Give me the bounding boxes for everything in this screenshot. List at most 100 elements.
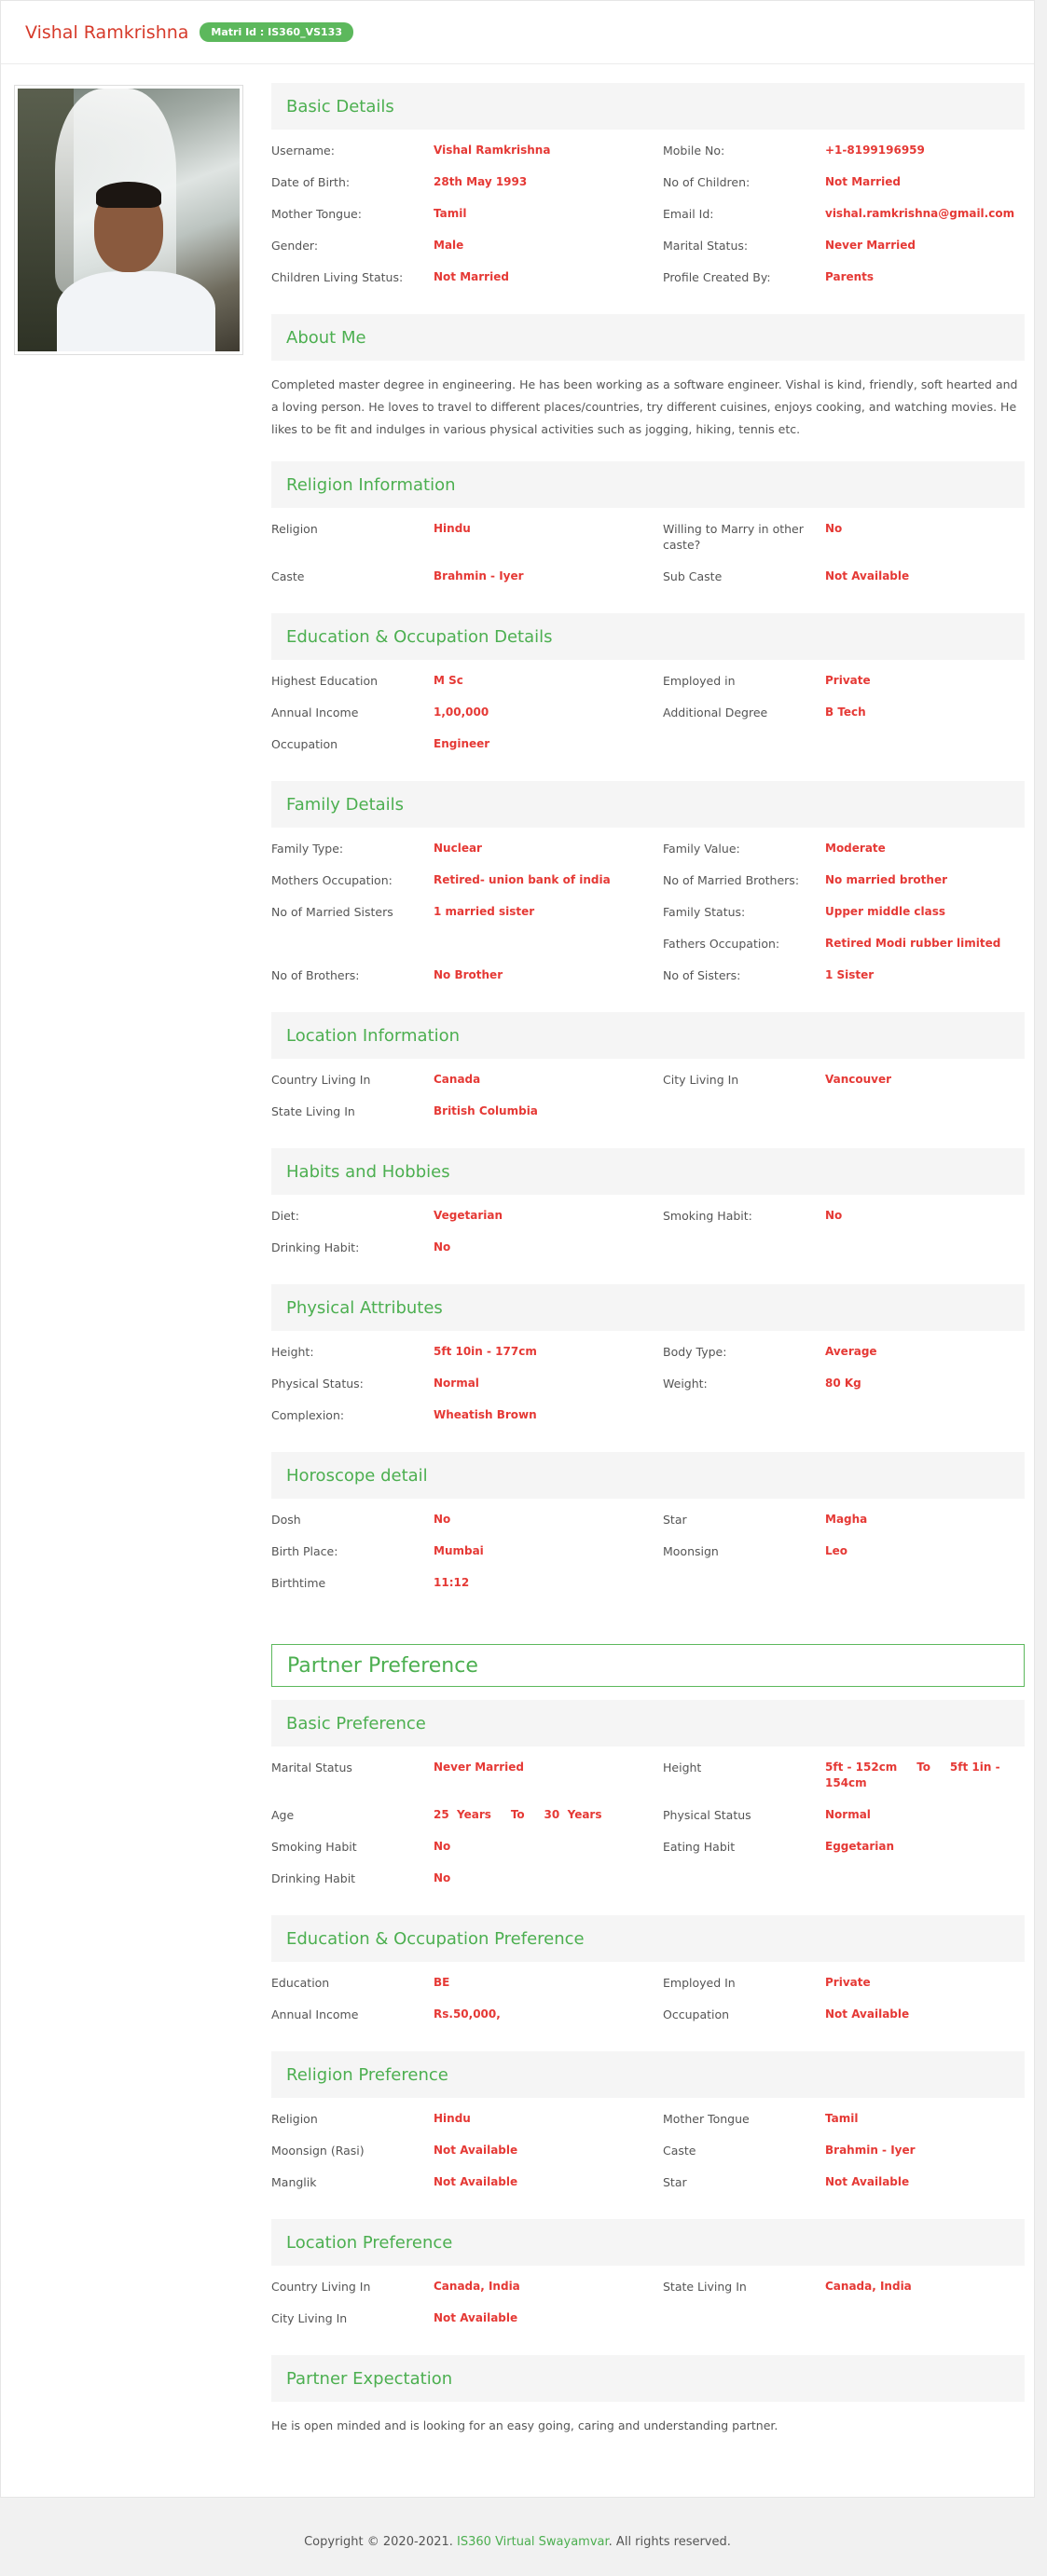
field-label: Mother Tongue [663, 2112, 750, 2126]
field-value: M Sc [434, 674, 463, 687]
detail-field: Occupation Not Available [663, 2007, 1025, 2022]
profile-photo[interactable] [14, 85, 243, 355]
footer-brand-link[interactable]: IS360 Virtual Swayamvar [457, 2535, 609, 2549]
section-heading: Physical Attributes [271, 1284, 1025, 1331]
education-section: Education & Occupation Details Highest Ed… [271, 613, 1025, 781]
detail-row: No of Brothers: No Brother No of Sisters: 1… [271, 967, 1025, 983]
field-label: Gender: [271, 239, 319, 253]
detail-field: Email Id: vishal.ramkrishna@gmail.com [663, 206, 1025, 222]
field-value: No [434, 1513, 451, 1526]
field-label: Country Living In [271, 2280, 371, 2294]
detail-field: Star Not Available [663, 2174, 1025, 2190]
section-heading: Education & Occupation Details [271, 613, 1025, 660]
habits-section: Habits and Hobbies Diet: Vegetarian Smoking… [271, 1148, 1025, 1284]
section-heading: About Me [271, 314, 1025, 361]
section-heading: Religion Preference [271, 2051, 1025, 2098]
field-label: Family Status: [663, 905, 746, 919]
field-value: 5ft - 152cm To 5ft 1in - 154cm [825, 1761, 1004, 1789]
field-label: Diet: [271, 1209, 299, 1223]
detail-row: Highest Education M Sc Employed in Private [271, 673, 1025, 689]
field-value: Not Available [825, 569, 910, 582]
profile-header: Vishal Ramkrishna Matri Id : IS360_VS133 [1, 1, 1034, 64]
detail-field: Moonsign (Rasi) Not Available [271, 2143, 663, 2158]
detail-row: Country Living In Canada, India State Livi… [271, 2279, 1025, 2295]
field-label [663, 2310, 825, 2326]
field-value: Upper middle class [825, 905, 945, 918]
about-text: Completed master degree in engineering. … [271, 377, 1018, 436]
field-value: Engineer [434, 737, 490, 750]
detail-row: Children Living Status: Not Married Profil… [271, 269, 1025, 285]
field-label: State Living In [271, 1104, 355, 1118]
detail-row: Religion Hindu Mother Tongue Tamil [271, 2111, 1025, 2127]
detail-field: Highest Education M Sc [271, 673, 663, 689]
field-value: Brahmin - Iyer [434, 569, 524, 582]
field-value: No [825, 1209, 843, 1222]
detail-row: No of Married Sisters 1 married sister Fam… [271, 904, 1025, 920]
detail-field: Occupation Engineer [271, 736, 663, 752]
field-value: No [434, 1840, 451, 1853]
field-label [663, 1407, 825, 1423]
field-label: Profile Created By: [663, 270, 771, 284]
location-pref-section: Location Preference Country Living In Cana… [271, 2219, 1025, 2355]
field-label: City Living In [663, 1073, 739, 1087]
field-label [663, 1240, 825, 1255]
field-value: Average [825, 1345, 877, 1358]
field-value: Tamil [434, 207, 467, 220]
field-label: Weight: [663, 1377, 708, 1391]
detail-field: Physical Status Normal [663, 1807, 1025, 1823]
field-value: Male [434, 239, 464, 252]
field-label: Body Type: [663, 1345, 727, 1359]
detail-field: Annual Income Rs.50,000, [271, 2007, 663, 2022]
detail-row: Birthtime 11:12 [271, 1575, 1025, 1591]
field-value: Not Available [434, 2311, 518, 2324]
field-label: Username: [271, 144, 335, 158]
detail-field: Physical Status: Normal [271, 1376, 663, 1391]
detail-field: No of Married Brothers: No married brothe… [663, 872, 1025, 888]
field-value [825, 2310, 1025, 2326]
field-value: Never Married [434, 1761, 524, 1774]
detail-field [663, 736, 1025, 752]
detail-field: Fathers Occupation: Retired Modi rubber l… [663, 936, 1025, 952]
profile-details: Basic Details Username: Vishal Ramkrishna M… [271, 83, 1025, 2458]
field-value: 1 married sister [434, 905, 535, 918]
field-label: Family Value: [663, 842, 740, 856]
field-label: Annual Income [271, 2007, 359, 2021]
partner-expectation-text: He is open minded and is looking for an … [271, 2418, 778, 2432]
field-label: No of Sisters: [663, 968, 741, 982]
detail-field: Religion Hindu [271, 2111, 663, 2127]
field-value: Nuclear [434, 842, 482, 855]
section-heading: Family Details [271, 781, 1025, 828]
detail-row: Birth Place: Mumbai Moonsign Leo [271, 1543, 1025, 1559]
field-value [825, 1407, 1025, 1423]
field-value: Brahmin - Iyer [825, 2144, 916, 2157]
detail-field: Children Living Status: Not Married [271, 269, 663, 285]
detail-field: Family Status: Upper middle class [663, 904, 1025, 920]
religion-section: Religion Information Religion Hindu Willing… [271, 461, 1025, 613]
basic-section: Basic Details Username: Vishal Ramkrishna M… [271, 83, 1025, 314]
field-value: Rs.50,000, [434, 2007, 501, 2021]
detail-row: Occupation Engineer [271, 736, 1025, 752]
field-value: Magha [825, 1513, 868, 1526]
detail-row: Country Living In Canada City Living In Van… [271, 1072, 1025, 1088]
basic-pref-section: Basic Preference Marital Status Never Marr… [271, 1700, 1025, 1915]
detail-field [663, 1240, 1025, 1255]
field-label: Country Living In [271, 1073, 371, 1087]
horoscope-section: Horoscope detail Dosh No Star Magha Birth Pla… [271, 1452, 1025, 1620]
detail-field: Caste Brahmin - Iyer [271, 569, 663, 584]
detail-field [663, 1103, 1025, 1119]
detail-field: City Living In Vancouver [663, 1072, 1025, 1088]
detail-row: State Living In British Columbia [271, 1103, 1025, 1119]
detail-field: Family Type: Nuclear [271, 841, 663, 856]
field-value: Never Married [825, 239, 916, 252]
detail-field: Annual Income 1,00,000 [271, 705, 663, 720]
field-label: Star [663, 1513, 687, 1527]
detail-row: Dosh No Star Magha [271, 1512, 1025, 1528]
detail-field: Diet: Vegetarian [271, 1208, 663, 1224]
detail-field: Smoking Habit: No [663, 1208, 1025, 1224]
detail-field: Caste Brahmin - Iyer [663, 2143, 1025, 2158]
detail-field: Drinking Habit: No [271, 1240, 663, 1255]
field-value: Canada, India [434, 2280, 520, 2293]
detail-row: Fathers Occupation: Retired Modi rubber l… [271, 936, 1025, 952]
field-value [825, 1240, 1025, 1255]
field-label: Religion [271, 522, 318, 536]
